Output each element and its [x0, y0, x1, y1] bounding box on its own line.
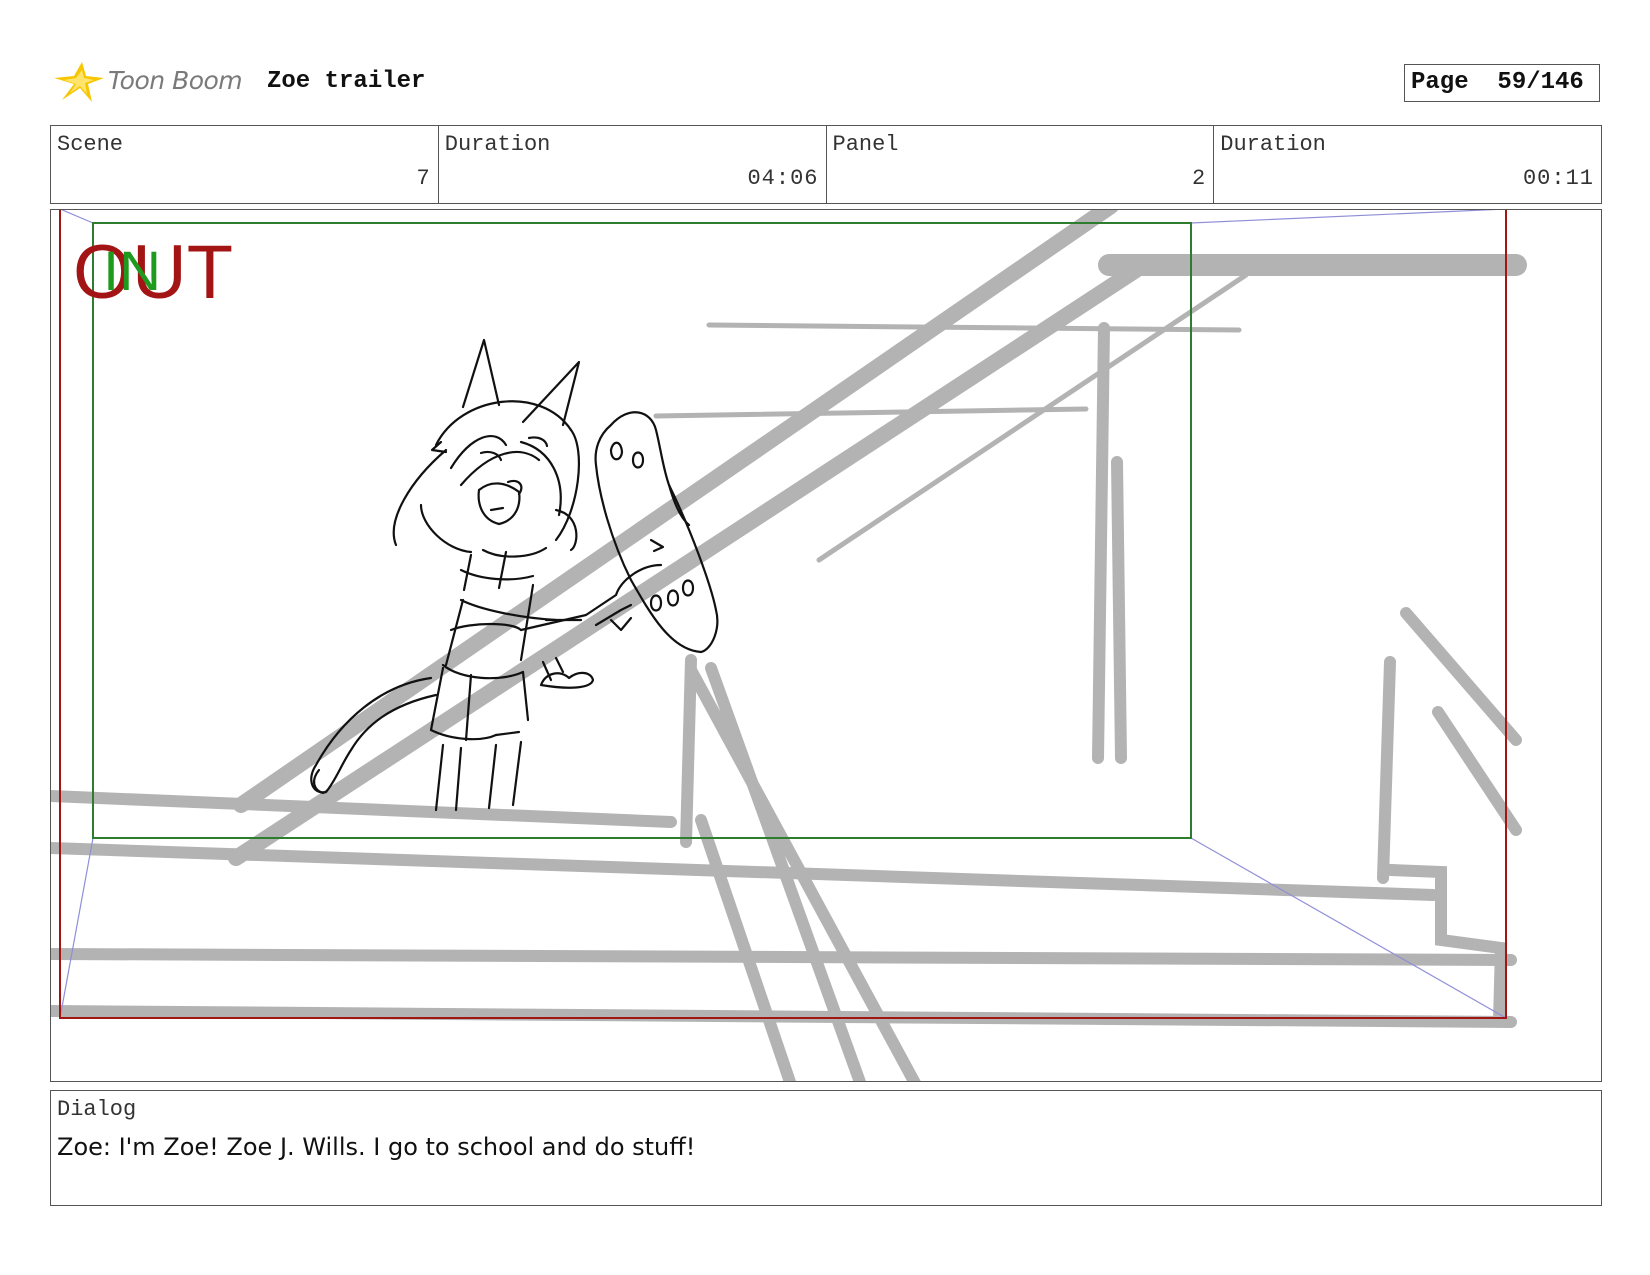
- toon-boom-logo: Toon Boom: [52, 56, 252, 108]
- scene-label: Scene: [57, 132, 124, 157]
- panel-duration-cell: Duration 00:11: [1214, 126, 1601, 203]
- panel-label: Panel: [832, 132, 899, 157]
- scene-cell: Scene 7: [51, 126, 439, 203]
- dialog-label: Dialog: [57, 1097, 137, 1122]
- storyboard-panel: OUT IN: [50, 209, 1602, 1082]
- camera-path-lines: [59, 210, 1507, 1019]
- logo-text: Toon Boom: [108, 66, 243, 95]
- panel-drawing: OUT IN: [51, 210, 1527, 1081]
- scene-duration-value: 04:06: [747, 166, 819, 191]
- panel-cell: Panel 2: [827, 126, 1215, 203]
- page-number: 59/146: [1497, 69, 1584, 96]
- page-indicator: Page 59/146: [1404, 64, 1600, 102]
- dialog-box: Dialog Zoe: I'm Zoe! Zoe J. Wills. I go …: [50, 1090, 1602, 1206]
- dialog-text: Zoe: I'm Zoe! Zoe J. Wills. I go to scho…: [57, 1133, 696, 1161]
- panel-duration-value: 00:11: [1522, 166, 1594, 191]
- page-label: Page: [1411, 69, 1469, 96]
- project-title: Zoe trailer: [267, 68, 426, 95]
- scene-duration-label: Duration: [444, 132, 551, 157]
- panel-duration-label: Duration: [1220, 132, 1326, 157]
- background-layout-strokes: [51, 210, 1527, 1081]
- in-marker: IN: [103, 239, 161, 302]
- scene-info-table: Scene 7 Duration 04:06 Panel 2 Duration …: [50, 125, 1602, 204]
- panel-value: 2: [1192, 166, 1207, 191]
- starburst-icon: [54, 62, 104, 102]
- scene-duration-cell: Duration 04:06: [439, 126, 827, 203]
- camera-out-frame: [59, 210, 1507, 1019]
- scene-value: 7: [416, 166, 431, 191]
- page-header: Toon Boom Zoe trailer Page 59/146: [52, 56, 1602, 108]
